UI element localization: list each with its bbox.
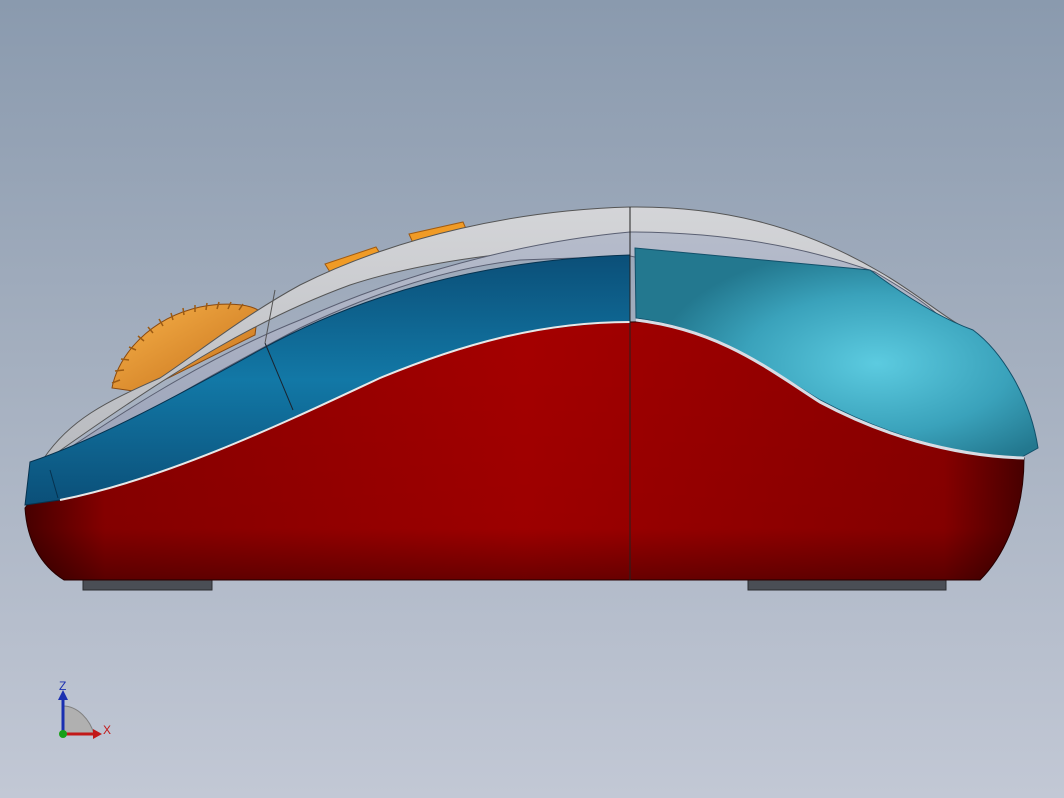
y-axis-icon bbox=[59, 730, 67, 738]
foot-front bbox=[747, 579, 947, 591]
x-axis-label: X bbox=[103, 723, 112, 737]
graphics-viewport[interactable]: Z X bbox=[0, 0, 1064, 798]
triad-plane-icon bbox=[62, 705, 95, 735]
mouse-3d-model[interactable] bbox=[0, 0, 1064, 798]
foot-rear bbox=[82, 579, 213, 591]
coordinate-triad: Z X bbox=[50, 676, 120, 746]
z-axis-label: Z bbox=[59, 679, 67, 693]
